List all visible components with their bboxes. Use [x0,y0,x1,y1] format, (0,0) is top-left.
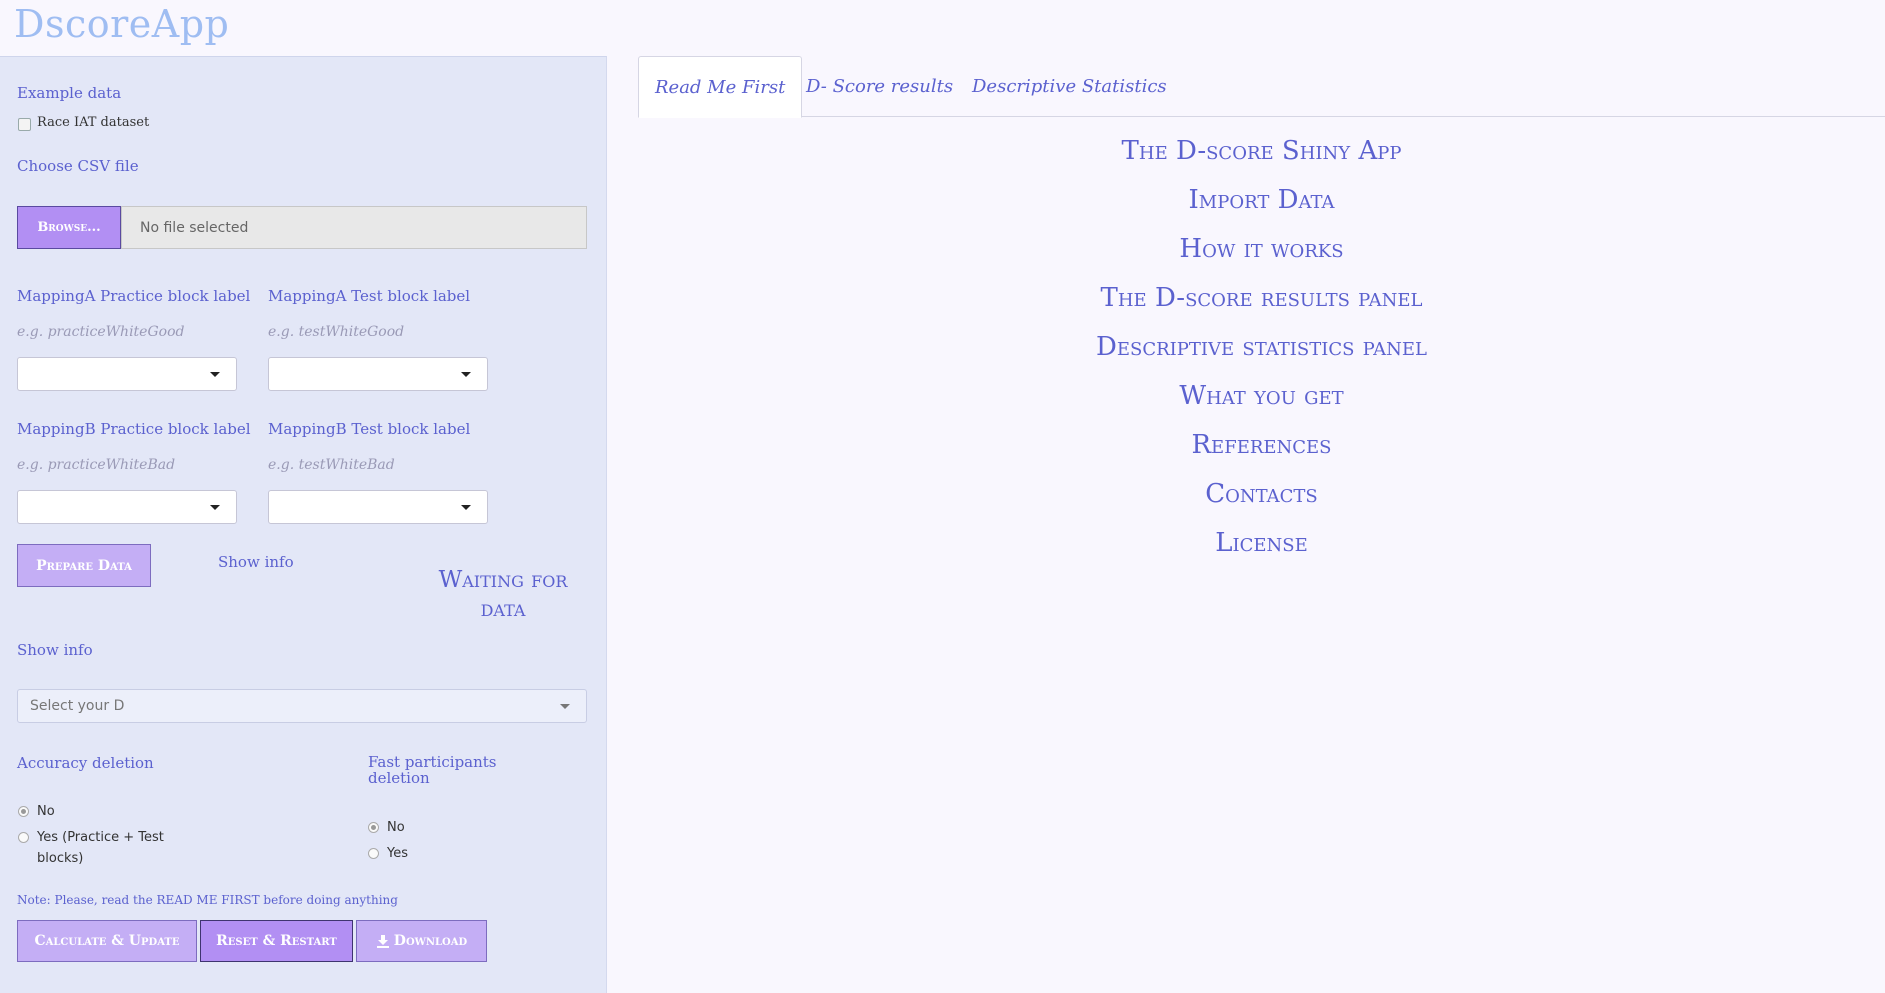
download-icon [376,935,389,948]
accuracy-no-label: No [37,804,55,819]
mappingA-practice-hint: e.g. practiceWhiteGood [17,324,185,340]
waiting-status: Waiting for data [438,567,568,622]
chevron-down-icon [560,704,570,709]
accuracy-yes-radio[interactable] [18,832,29,843]
race-iat-label: Race IAT dataset [37,115,150,130]
toc-contacts[interactable]: Contacts [638,479,1885,509]
d-score-select[interactable]: Select your D [17,689,587,723]
tab-descriptive-statistics[interactable]: Descriptive Statistics [956,56,1183,117]
example-data-label: Example data [17,84,122,102]
mappingB-test-hint: e.g. testWhiteBad [268,457,395,473]
chevron-down-icon [461,505,471,510]
mappingA-practice-label: MappingA Practice block label [17,287,251,305]
note-text: Note: Please, read the READ ME FIRST bef… [17,893,398,907]
accuracy-deletion-label: Accuracy deletion [17,754,154,772]
mappingB-test-select[interactable] [268,490,488,524]
tab-bar: Read Me First D- Score results Descripti… [638,56,1885,118]
browse-button[interactable]: Browse... [17,206,121,249]
show-info-link[interactable]: Show info [218,553,294,571]
accuracy-no-radio[interactable] [18,806,29,817]
prepare-data-button[interactable]: Prepare Data [17,544,151,587]
mappingA-practice-select[interactable] [17,357,237,391]
toc-descriptive-panel[interactable]: Descriptive statistics panel [638,332,1885,362]
toc-import-data[interactable]: Import Data [638,185,1885,215]
toc-what-you-get[interactable]: What you get [638,381,1885,411]
download-label: Download [393,933,468,949]
download-button[interactable]: Download [356,920,487,962]
accuracy-yes-label-cont: blocks) [37,851,84,866]
d-select-placeholder: Select your D [30,698,125,714]
toc-license[interactable]: License [638,528,1885,558]
fast-no-radio[interactable] [368,822,379,833]
fast-deletion-label-line1: Fast participants [368,753,497,771]
fast-yes-label: Yes [387,846,408,861]
chevron-down-icon [210,372,220,377]
toc-dscore-app[interactable]: The D-score Shiny App [638,136,1885,166]
mappingB-practice-label: MappingB Practice block label [17,420,251,438]
mappingA-test-label: MappingA Test block label [268,287,471,305]
fast-deletion-label-line2: deletion [368,769,430,787]
mappingB-test-label: MappingB Test block label [268,420,471,438]
toc-results-panel[interactable]: The D-score results panel [638,283,1885,313]
chevron-down-icon [461,372,471,377]
app-title: DscoreApp [14,2,230,46]
show-info-link-2[interactable]: Show info [17,641,93,659]
calculate-update-button[interactable]: Calculate & Update [17,920,197,962]
fast-no-label: No [387,820,405,835]
toc-references[interactable]: References [638,430,1885,460]
tab-read-me-first[interactable]: Read Me First [638,56,803,118]
chevron-down-icon [210,505,220,510]
reset-restart-button[interactable]: Reset & Restart [200,920,353,962]
mappingA-test-hint: e.g. testWhiteGood [268,324,405,340]
tab-d-score-results[interactable]: D- Score results [790,56,969,117]
race-iat-checkbox[interactable] [18,118,31,131]
fast-deletion-label: Fast participants deletion [368,754,497,786]
toc-how-it-works[interactable]: How it works [638,234,1885,264]
choose-csv-label: Choose CSV file [17,157,139,175]
mappingA-test-select[interactable] [268,357,488,391]
accuracy-yes-label: Yes (Practice + Test [37,830,164,845]
file-status-field: No file selected [121,206,587,249]
mappingB-practice-hint: e.g. practiceWhiteBad [17,457,176,473]
sidebar [0,56,607,993]
mappingB-practice-select[interactable] [17,490,237,524]
fast-yes-radio[interactable] [368,848,379,859]
